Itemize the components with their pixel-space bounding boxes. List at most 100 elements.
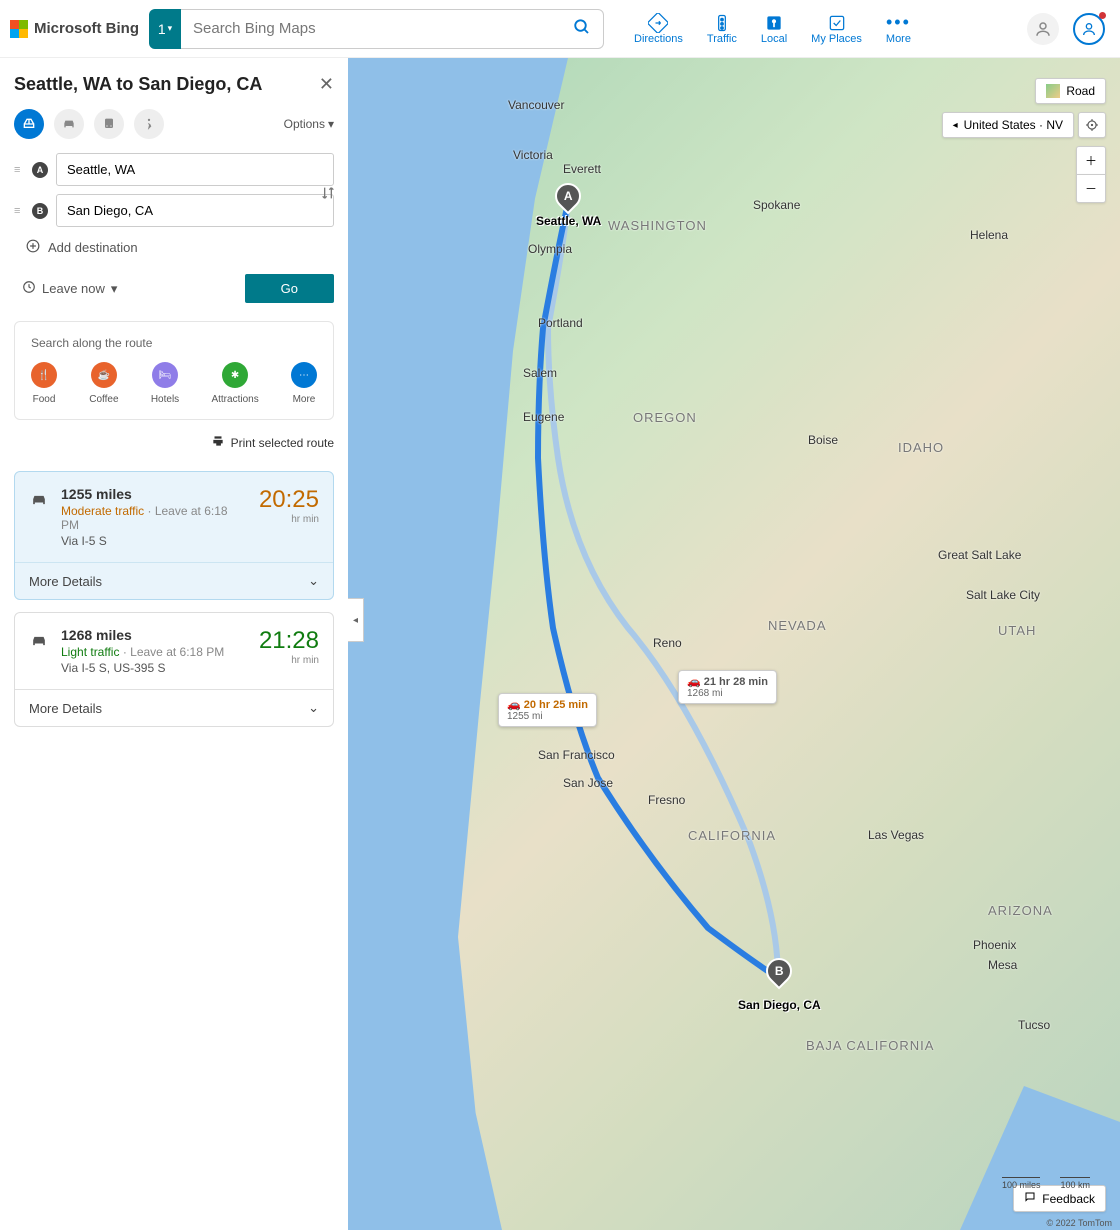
route-traffic: Moderate traffic · Leave at 6:18 PM — [61, 504, 247, 532]
leave-now-selector[interactable]: Leave now ▾ — [22, 280, 117, 297]
map-state-label: NEVADA — [768, 618, 827, 633]
clock-icon — [22, 280, 36, 297]
mode-driving[interactable] — [14, 109, 44, 139]
search-icon[interactable] — [573, 18, 591, 40]
chevron-down-icon: ▾ — [328, 117, 334, 131]
map-state-label: IDAHO — [898, 440, 944, 455]
logo-text: Microsoft Bing — [34, 20, 139, 37]
route-tooltip[interactable]: 🚗 20 hr 25 min1255 mi — [498, 693, 597, 727]
map-city-label: Olympia — [528, 242, 572, 256]
ellipsis-icon: ••• — [886, 13, 911, 33]
nav-more[interactable]: ••• More — [886, 13, 911, 45]
route-title: Seattle, WA to San Diego, CA — [14, 74, 319, 95]
waypoint-a-marker: A — [32, 162, 48, 178]
map-canvas[interactable]: A B WASHINGTONOREGONIDAHONEVADAUTAHCALIF… — [348, 58, 1120, 1230]
marker-b[interactable]: B — [761, 953, 798, 990]
mode-transit[interactable] — [94, 109, 124, 139]
ocean — [348, 58, 568, 1230]
map-state-label: WASHINGTON — [608, 218, 707, 233]
chevron-down-icon: ⌄ — [308, 700, 319, 716]
route-card[interactable]: 1255 miles Moderate traffic · Leave at 6… — [14, 471, 334, 600]
chevron-down-icon: ▾ — [168, 23, 173, 34]
search-along-route: Search along the route 🍴Food ☕Coffee 🛏Hote… — [14, 321, 334, 420]
search-route-title: Search along the route — [31, 336, 317, 350]
map-city-label: Seattle, WA — [536, 214, 601, 228]
route-cat-hotels[interactable]: 🛏Hotels — [151, 362, 179, 405]
map-state-label: UTAH — [998, 623, 1036, 638]
directions-sidebar: Seattle, WA to San Diego, CA ✕ Options ▾… — [0, 58, 348, 1230]
search-input[interactable] — [193, 20, 573, 37]
route-cat-food[interactable]: 🍴Food — [31, 362, 57, 405]
more-details[interactable]: More Details ⌄ — [15, 562, 333, 599]
logo[interactable]: Microsoft Bing — [10, 20, 139, 38]
chevron-down-icon: ▾ — [111, 281, 118, 297]
map-city-label: Spokane — [753, 198, 800, 212]
go-button[interactable]: Go — [245, 274, 334, 303]
route-cat-attractions[interactable]: ✱Attractions — [211, 362, 258, 405]
nav-myplaces[interactable]: My Places — [811, 13, 862, 45]
map-state-label: ARIZONA — [988, 903, 1053, 918]
waypoint-b-marker: B — [32, 203, 48, 219]
route-cat-coffee[interactable]: ☕Coffee — [89, 362, 118, 405]
drag-handle-icon[interactable]: ≡ — [14, 164, 24, 176]
cat-icon: ☕ — [91, 362, 117, 388]
map-city-label: Helena — [970, 228, 1008, 242]
print-route[interactable]: Print selected route — [14, 434, 334, 451]
chat-icon — [1024, 1191, 1036, 1206]
car-icon: 🚗 — [507, 699, 521, 711]
options-link[interactable]: Options ▾ — [284, 117, 334, 131]
map-city-label: Salt Lake City — [966, 588, 1040, 602]
waypoint-a-input[interactable] — [56, 153, 334, 186]
nav-local[interactable]: Local — [761, 13, 787, 45]
route-time-units: hr min — [259, 514, 319, 525]
nav-directions[interactable]: Directions — [634, 13, 683, 45]
search-badge[interactable]: 1 ▾ — [149, 9, 181, 49]
mode-walk[interactable] — [134, 109, 164, 139]
swap-icon[interactable] — [320, 185, 336, 206]
map-state-label: BAJA CALIFORNIA — [806, 1038, 934, 1053]
zoom-in-button[interactable]: ＋ — [1076, 146, 1106, 174]
route-time: 21:28 — [259, 627, 319, 655]
header: Microsoft Bing 1 ▾ Directions Traffic Lo… — [0, 0, 1120, 58]
route-tooltip[interactable]: 🚗 21 hr 28 min1268 mi — [678, 670, 777, 704]
location-chip[interactable]: ◂ United States · NV — [942, 112, 1074, 138]
map-city-label: Phoenix — [973, 938, 1016, 952]
cat-icon: ⋯ — [291, 362, 317, 388]
collapse-sidebar-tab[interactable]: ◂ — [348, 598, 364, 642]
map-city-label: Salem — [523, 366, 557, 380]
rewards-avatar[interactable] — [1073, 13, 1105, 45]
waypoint-b-input[interactable] — [56, 194, 334, 227]
map-city-label: Mesa — [988, 958, 1017, 972]
drag-handle-icon[interactable]: ≡ — [14, 205, 24, 217]
map-city-label: Reno — [653, 636, 682, 650]
marker-a[interactable]: A — [550, 178, 587, 215]
route-via: Via I-5 S, US-395 S — [61, 661, 247, 675]
map-city-label: San Francisco — [538, 748, 615, 762]
search-container: 1 ▾ — [149, 9, 604, 49]
nav-traffic[interactable]: Traffic — [707, 13, 737, 45]
map-city-label: Great Salt Lake — [938, 548, 1021, 562]
map-state-label: OREGON — [633, 410, 697, 425]
top-nav: Directions Traffic Local My Places ••• M… — [634, 13, 911, 45]
map-style-button[interactable]: Road — [1035, 78, 1106, 104]
map-city-label: Boise — [808, 433, 838, 447]
zoom-out-button[interactable]: － — [1076, 174, 1106, 203]
close-icon[interactable]: ✕ — [319, 74, 334, 95]
map-city-label: Fresno — [648, 793, 685, 807]
map-city-label: Las Vegas — [868, 828, 924, 842]
print-icon — [211, 434, 225, 451]
cat-icon: 🍴 — [31, 362, 57, 388]
locate-me-button[interactable] — [1078, 112, 1106, 138]
cat-icon: 🛏 — [152, 362, 178, 388]
car-icon: 🚗 — [687, 676, 701, 688]
map-icon — [1046, 84, 1060, 98]
more-details[interactable]: More Details ⌄ — [15, 689, 333, 726]
route-cat-more[interactable]: ⋯More — [291, 362, 317, 405]
user-avatar[interactable] — [1027, 13, 1059, 45]
chevron-left-icon: ◂ — [953, 120, 958, 131]
chevron-down-icon: ⌄ — [308, 573, 319, 589]
add-destination[interactable]: Add destination — [26, 239, 334, 256]
route-card[interactable]: 1268 miles Light traffic · Leave at 6:18… — [14, 612, 334, 727]
ms-logo-icon — [10, 20, 28, 38]
mode-car[interactable] — [54, 109, 84, 139]
